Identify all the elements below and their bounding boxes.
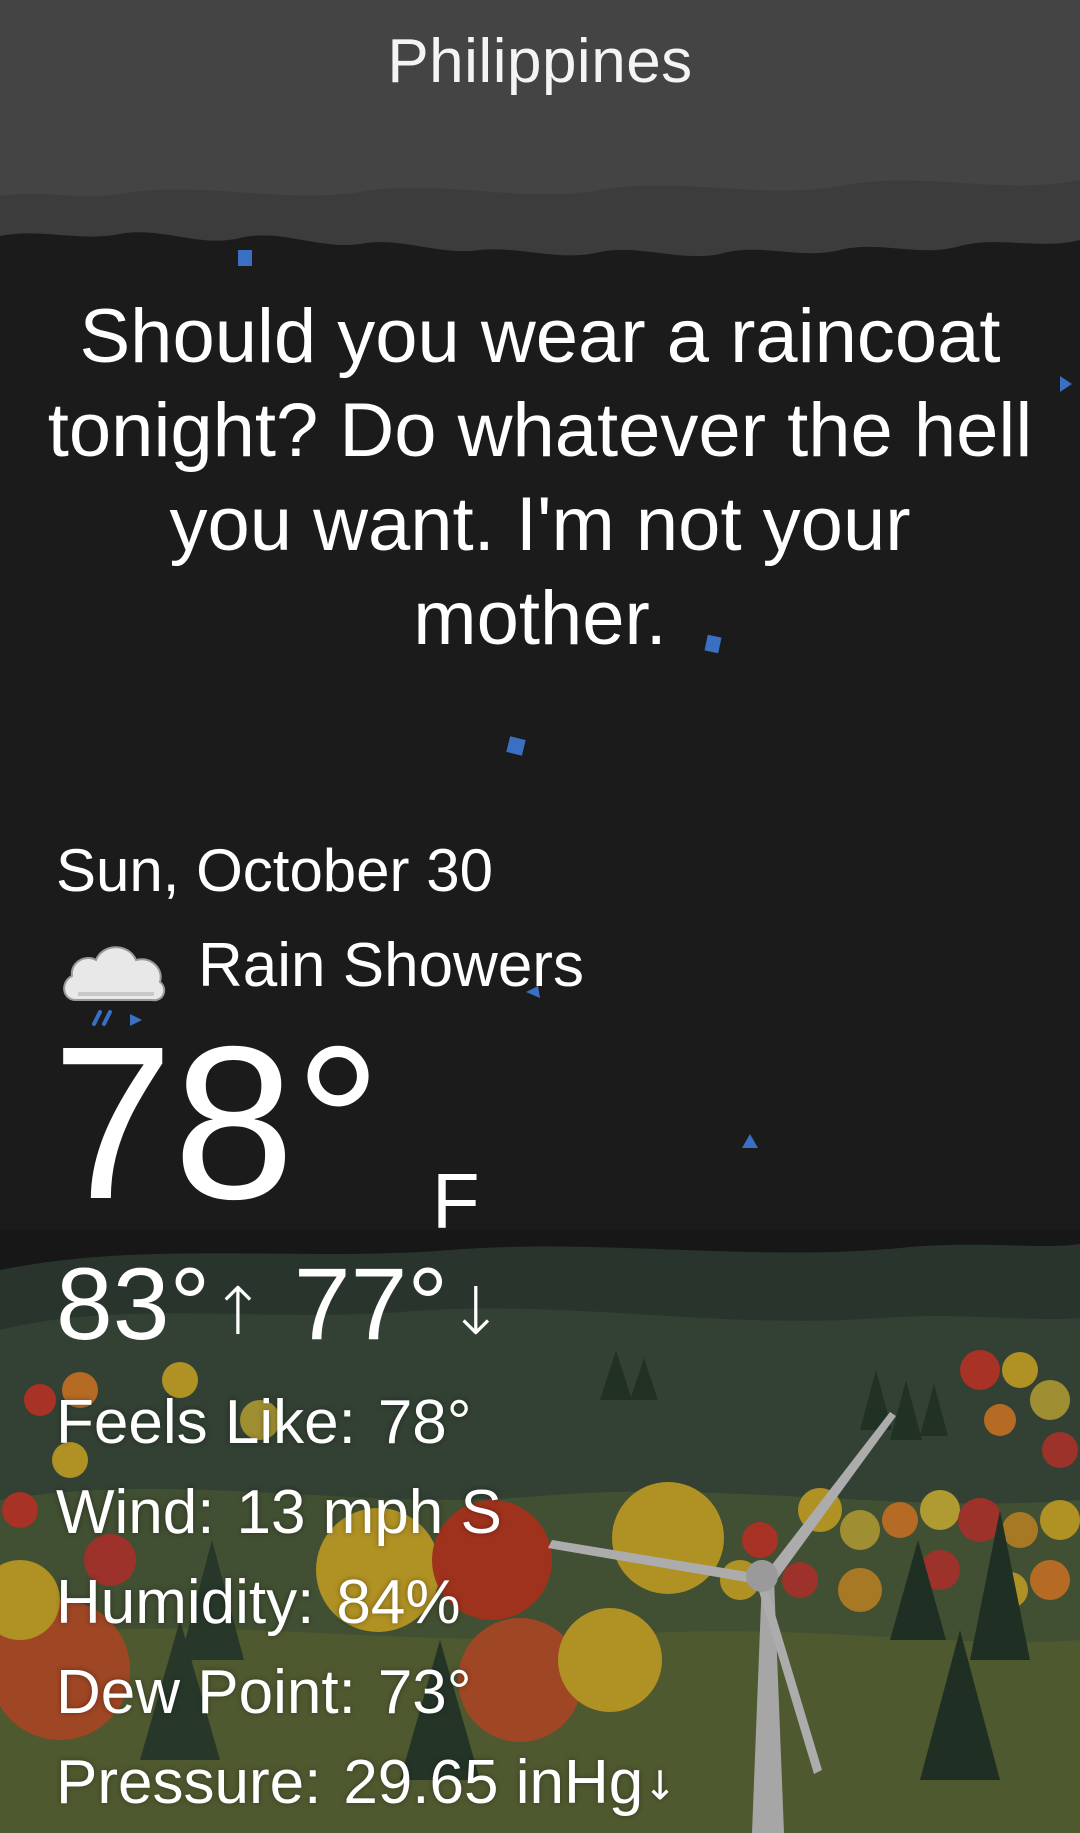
detail-label: Pressure: bbox=[56, 1748, 322, 1817]
detail-wind: Wind: 13 mph S bbox=[56, 1468, 956, 1558]
detail-label: Wind: bbox=[56, 1478, 215, 1547]
low-temp: 77° bbox=[293, 1247, 449, 1361]
high-temp: 83° bbox=[56, 1247, 211, 1361]
detail-label: Humidity: bbox=[56, 1568, 315, 1637]
detail-value: 13 mph S bbox=[236, 1478, 502, 1547]
detail-dew-point: Dew Point: 73° bbox=[56, 1648, 956, 1738]
weather-details: Feels Like: 78° Wind: 13 mph S Humidity: 84… bbox=[56, 1378, 956, 1828]
detail-feels-like: Feels Like: 78° bbox=[56, 1378, 956, 1468]
location-title[interactable]: Philippines bbox=[0, 26, 1080, 97]
pressure-trend-down-icon: ↓ bbox=[643, 1763, 677, 1810]
up-arrow-icon: ↑ bbox=[210, 1273, 266, 1351]
detail-label: Feels Like: bbox=[56, 1388, 356, 1457]
condition-text: Rain Showers bbox=[198, 931, 584, 1000]
detail-label: Dew Point: bbox=[56, 1658, 356, 1727]
detail-value: 84% bbox=[336, 1568, 461, 1637]
detail-value: 29.65 inHg bbox=[343, 1748, 644, 1817]
detail-pressure: Pressure: 29.65 inHg↓ bbox=[56, 1738, 956, 1828]
forecast-headline: Should you wear a raincoat tonight? Do w… bbox=[47, 294, 1033, 661]
detail-value: 78° bbox=[377, 1388, 472, 1457]
high-low-temps: 83°↑ 77°↓ bbox=[56, 1246, 503, 1370]
temperature-unit[interactable]: F bbox=[432, 1156, 480, 1247]
down-arrow-icon: ↓ bbox=[448, 1273, 504, 1351]
detail-value: 73° bbox=[377, 1658, 472, 1727]
detail-humidity: Humidity: 84% bbox=[56, 1558, 956, 1648]
current-temperature: 78° bbox=[52, 1002, 382, 1245]
forecast-date: Sun, October 30 bbox=[56, 837, 493, 904]
